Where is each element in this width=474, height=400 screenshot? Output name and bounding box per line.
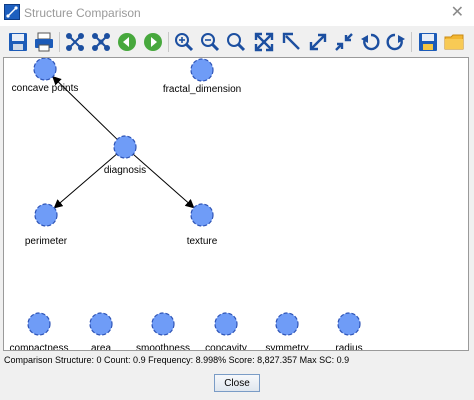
save-icon[interactable] xyxy=(6,29,30,55)
app-icon xyxy=(4,4,20,20)
close-window-icon[interactable]: ✕ xyxy=(451,2,464,22)
edge-diagnosis-texture xyxy=(132,153,195,209)
top-left-icon[interactable] xyxy=(280,29,304,55)
edge-diagnosis-perimeter xyxy=(53,153,117,209)
forward-icon[interactable] xyxy=(141,29,165,55)
node-smoothness[interactable] xyxy=(151,312,175,336)
node-label-compactness: compactness xyxy=(10,343,69,351)
random-layout-icon[interactable] xyxy=(63,29,87,55)
node-texture[interactable] xyxy=(190,203,214,227)
node-concavity[interactable] xyxy=(214,312,238,336)
rotate-left-icon[interactable] xyxy=(358,29,382,55)
node-label-diagnosis: diagnosis xyxy=(104,165,146,176)
rotate-right-icon[interactable] xyxy=(384,29,408,55)
shrink-icon[interactable] xyxy=(332,29,356,55)
save-as-icon[interactable] xyxy=(416,29,440,55)
node-symmetry[interactable] xyxy=(275,312,299,336)
node-label-perimeter: perimeter xyxy=(25,236,68,247)
graph-svg[interactable]: concave points fractal_dimension diagnosis… xyxy=(4,58,469,351)
node-label-texture: texture xyxy=(187,236,218,247)
title-bar: Structure Comparison ✕ xyxy=(0,0,474,26)
node-label-smoothness: smoothness xyxy=(136,343,190,351)
node-fractal_dimension[interactable] xyxy=(190,58,214,82)
open-folder-icon[interactable] xyxy=(442,29,466,55)
node-label-symmetry: symmetry xyxy=(265,343,308,351)
node-label-concavity: concavity xyxy=(205,343,247,351)
node-concave_points[interactable] xyxy=(33,58,57,81)
toolbar xyxy=(0,27,474,57)
node-label-fractal_dimension: fractal_dimension xyxy=(163,84,241,95)
node-label-area: area xyxy=(91,343,111,351)
node-compactness[interactable] xyxy=(27,312,51,336)
zoom-in-icon[interactable] xyxy=(172,29,196,55)
print-icon[interactable] xyxy=(32,29,56,55)
status-text: Comparison Structure: 0 Count: 0.9 Frequ… xyxy=(4,355,350,365)
zoom-icon[interactable] xyxy=(224,29,248,55)
layout-icon[interactable] xyxy=(89,29,113,55)
node-label-concave_points: concave points xyxy=(12,83,79,94)
node-area[interactable] xyxy=(89,312,113,336)
close-button[interactable]: Close xyxy=(214,374,260,392)
fit-icon[interactable] xyxy=(252,29,276,55)
window-title: Structure Comparison xyxy=(24,6,141,20)
expand-icon[interactable] xyxy=(306,29,330,55)
node-radius[interactable] xyxy=(337,312,361,336)
node-diagnosis[interactable] xyxy=(113,135,137,159)
graph-canvas[interactable]: concave points fractal_dimension diagnosis… xyxy=(3,57,469,351)
node-label-radius: radius xyxy=(335,343,362,351)
node-perimeter[interactable] xyxy=(34,203,58,227)
back-icon[interactable] xyxy=(115,29,139,55)
zoom-out-icon[interactable] xyxy=(198,29,222,55)
